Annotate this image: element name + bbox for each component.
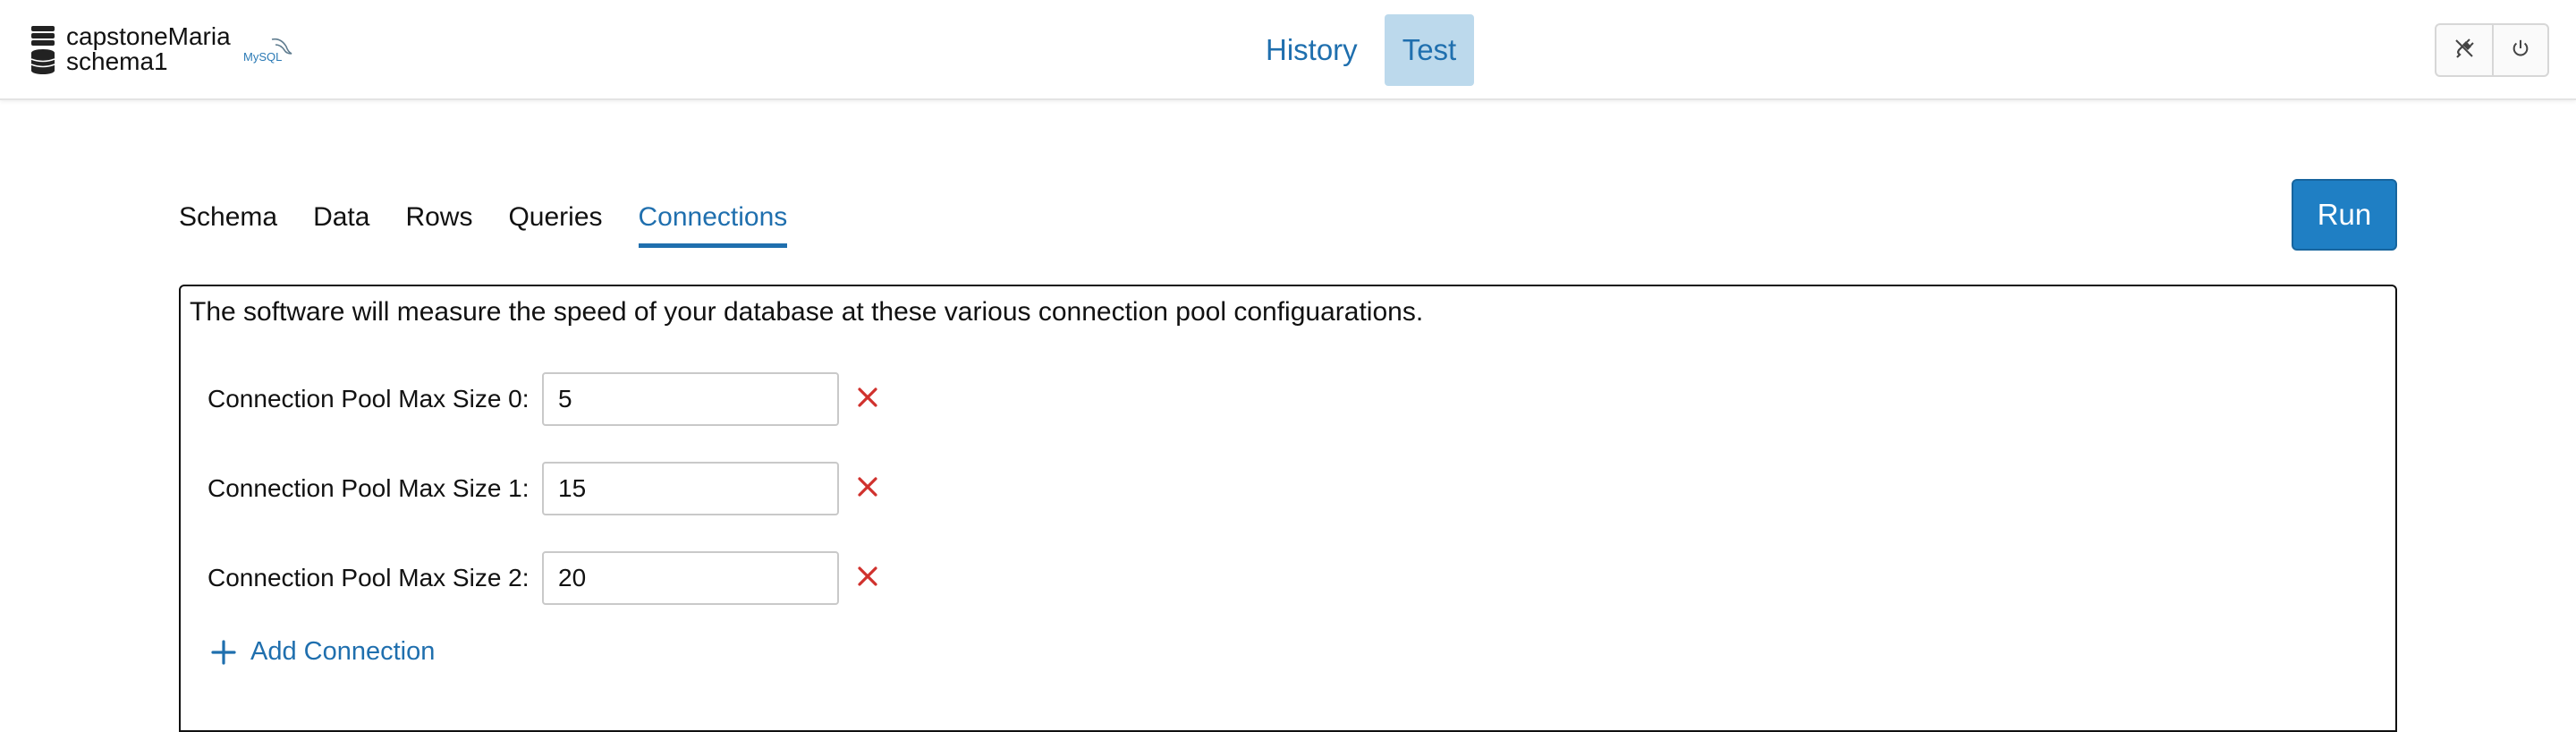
connection-label: Connection Pool Max Size 1: <box>208 474 530 502</box>
tab-rows[interactable]: Rows <box>405 202 472 248</box>
mysql-logo: MySQL <box>242 34 295 66</box>
connection-row: Connection Pool Max Size 0: <box>208 372 886 426</box>
connection-row: Connection Pool Max Size 2: <box>208 551 886 605</box>
remove-connection-button[interactable] <box>850 471 886 506</box>
disconnect-button[interactable] <box>2436 25 2492 75</box>
connections-panel: The software will measure the speed of y… <box>179 285 2397 732</box>
connection-pool-size-input[interactable] <box>542 462 839 515</box>
database-info: capstoneMaria schema1 <box>30 23 231 75</box>
power-button[interactable] <box>2492 25 2547 75</box>
tab-test[interactable]: Test <box>1384 14 1475 86</box>
tab-history[interactable]: History <box>1248 14 1376 86</box>
svg-text:MySQL: MySQL <box>243 50 282 64</box>
remove-connection-button[interactable] <box>850 560 886 596</box>
connection-pool-size-input[interactable] <box>542 372 839 426</box>
section-tabs: Schema Data Rows Queries Connections <box>179 202 823 248</box>
connection-tools <box>2435 23 2549 77</box>
connection-row: Connection Pool Max Size 1: <box>208 462 886 515</box>
mode-tabs: History Test <box>1248 14 1475 86</box>
connection-pool-size-input[interactable] <box>542 551 839 605</box>
database-name: capstoneMaria <box>66 22 231 50</box>
disconnect-plug-icon <box>2453 38 2475 64</box>
connections-description: The software will measure the speed of y… <box>190 297 1424 327</box>
tab-connections[interactable]: Connections <box>638 202 788 248</box>
connection-label: Connection Pool Max Size 2: <box>208 564 530 592</box>
remove-connection-button[interactable] <box>850 381 886 417</box>
close-icon <box>858 387 877 412</box>
tab-schema[interactable]: Schema <box>179 202 277 248</box>
tab-data[interactable]: Data <box>313 202 369 248</box>
add-connection-button[interactable]: Add Connection <box>211 637 435 667</box>
add-connection-label: Add Connection <box>250 637 436 666</box>
connection-label: Connection Pool Max Size 0: <box>208 385 530 413</box>
close-icon <box>858 566 877 591</box>
top-bar: capstoneMaria schema1 MySQL History Test <box>0 0 2576 100</box>
schema-name: schema1 <box>66 47 168 75</box>
tab-queries[interactable]: Queries <box>508 202 602 248</box>
plus-icon <box>211 639 236 665</box>
database-icon <box>30 23 57 75</box>
close-icon <box>858 476 877 501</box>
power-icon <box>2511 38 2530 63</box>
run-button[interactable]: Run <box>2292 179 2397 251</box>
